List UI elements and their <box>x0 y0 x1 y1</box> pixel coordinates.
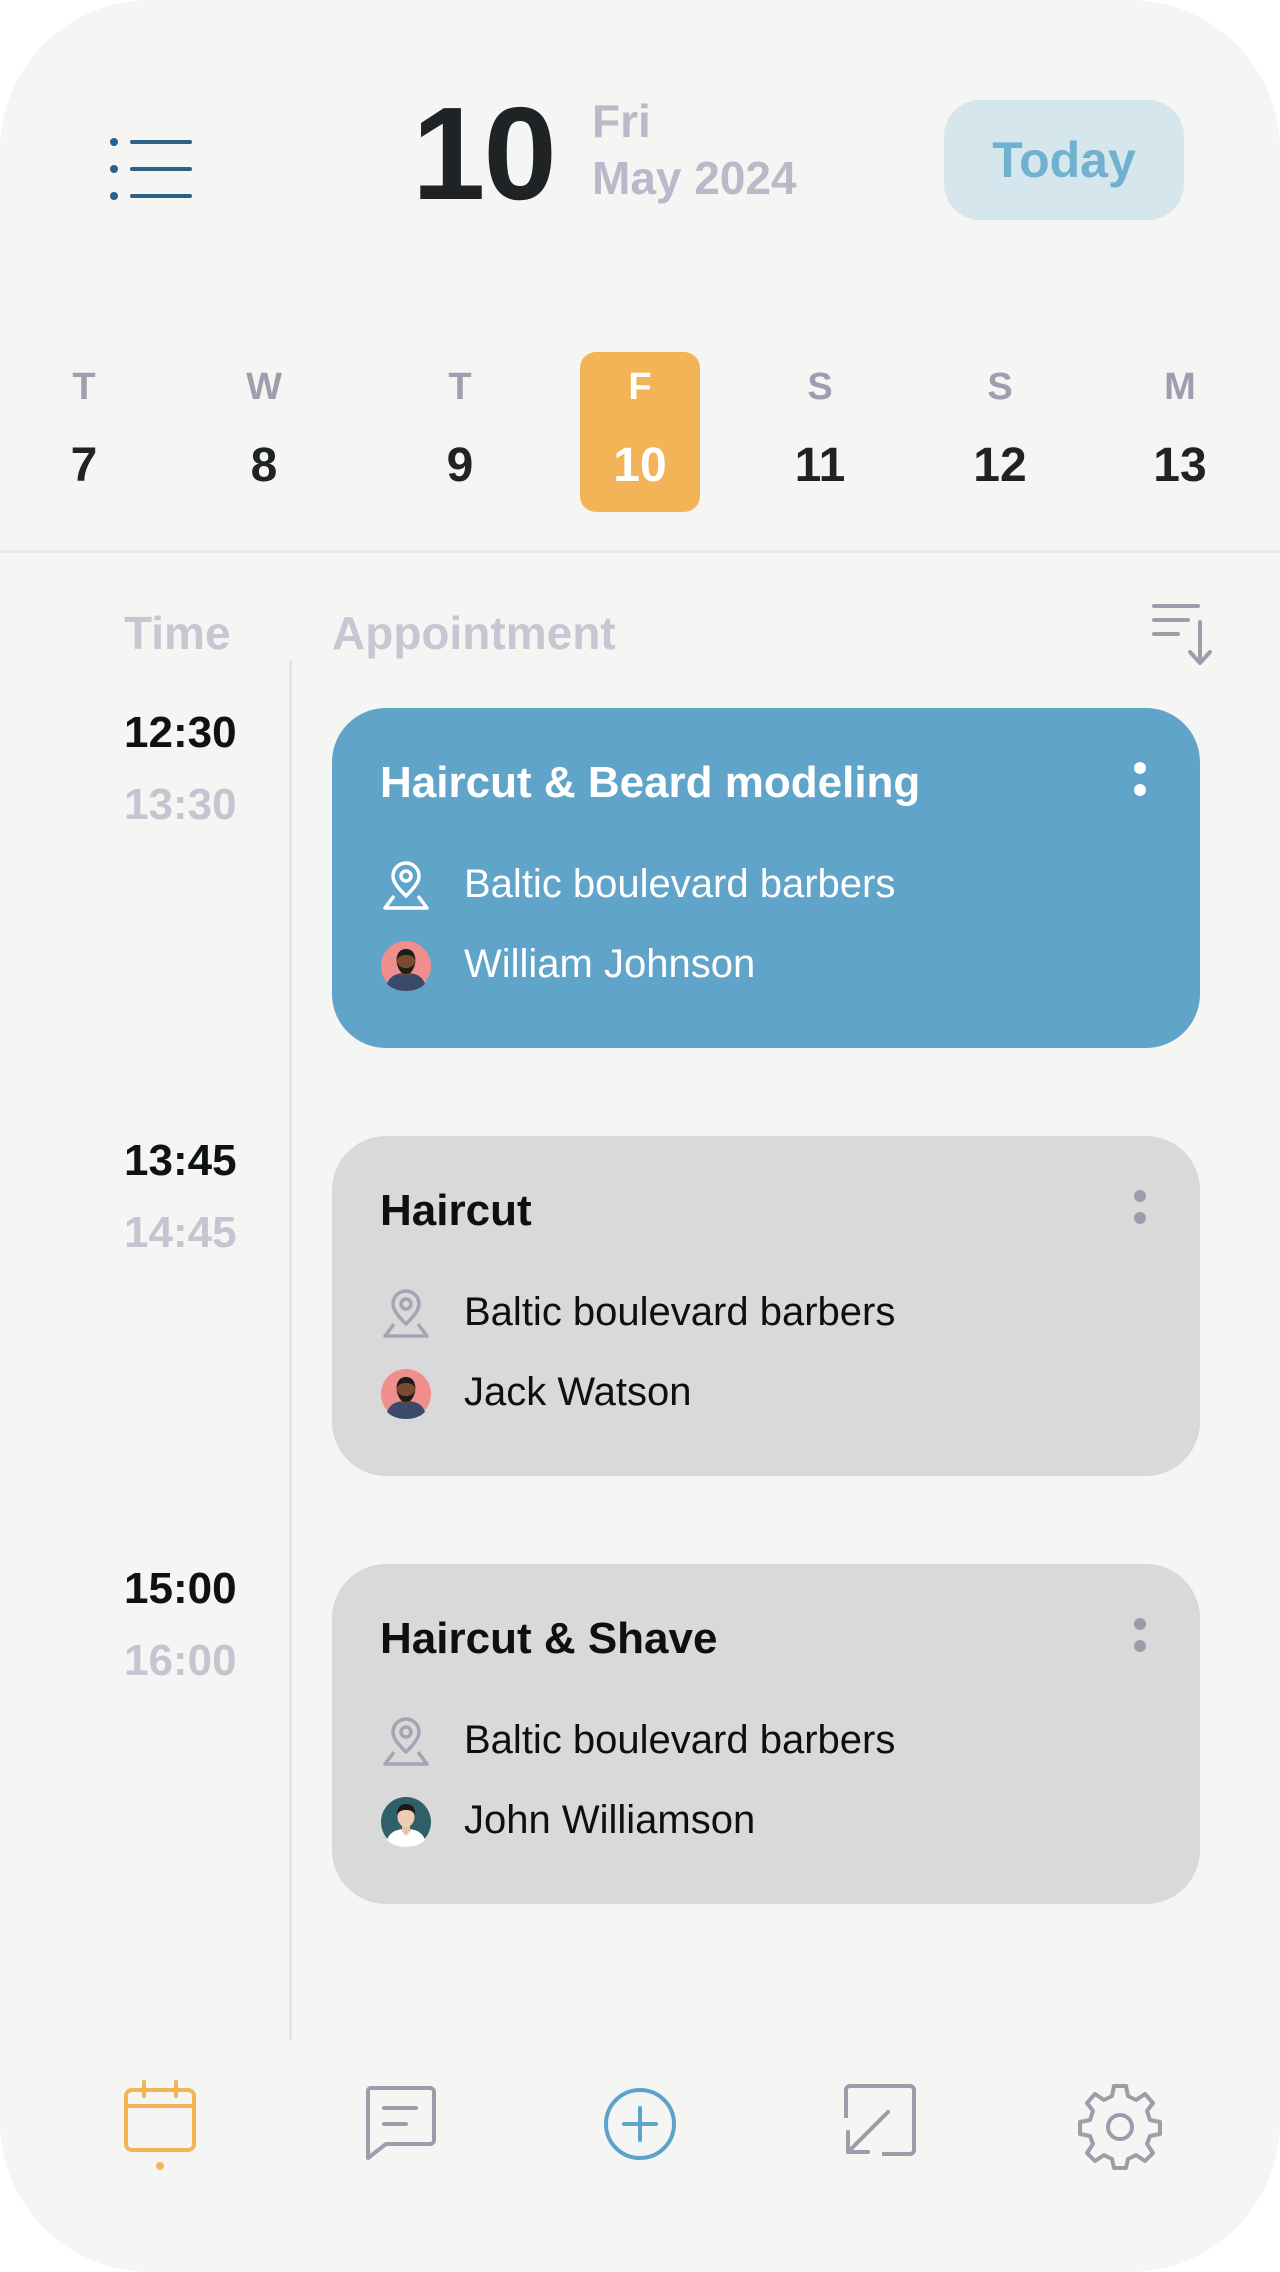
today-button[interactable]: Today <box>944 100 1184 220</box>
appointment-end-time: 16:00 <box>124 1636 237 1685</box>
week-day-number: 9 <box>446 439 474 492</box>
appointment-start-time: 13:45 <box>124 1136 237 1185</box>
week-day-11[interactable]: S 11 <box>760 352 880 512</box>
avatar <box>381 1369 431 1419</box>
week-day-number: 7 <box>70 439 98 492</box>
list-menu-icon <box>110 138 192 200</box>
week-day-8[interactable]: W 8 <box>204 352 324 512</box>
appointment-end-time: 14:45 <box>124 1208 237 1257</box>
more-options-button[interactable] <box>1120 760 1160 810</box>
week-day-number: 8 <box>250 439 278 492</box>
phone-screen: 10 Fri May 2024 Today T 7 W 8 T 9 F 10 S… <box>0 0 1280 2272</box>
week-day-letter: T <box>448 366 472 408</box>
message-icon <box>365 2086 436 2160</box>
resize-arrow-icon <box>844 2084 916 2156</box>
appointment-title: Haircut & Shave <box>380 1614 718 1663</box>
gear-icon <box>1078 2084 1162 2170</box>
week-day-letter: W <box>246 366 282 408</box>
nav-calendar[interactable] <box>118 2078 202 2174</box>
more-options-button[interactable] <box>1120 1616 1160 1666</box>
appointment-start-time: 12:30 <box>124 708 237 757</box>
client-name: John Williamson <box>464 1798 756 1842</box>
appointment-location: Baltic boulevard barbers <box>464 1718 896 1762</box>
week-day-number: 13 <box>1153 439 1207 492</box>
calendar-icon <box>124 2080 196 2170</box>
appointment-title: Haircut & Beard modeling <box>380 758 921 807</box>
appointment-card[interactable]: Haircut & Shave Baltic boulevard barbers… <box>332 1564 1200 1904</box>
week-day-number: 10 <box>613 439 667 492</box>
appointment-column-heading: Appointment <box>332 607 616 659</box>
kebab-menu-icon <box>1134 1190 1146 1224</box>
nav-settings[interactable] <box>1078 2078 1162 2174</box>
week-day-number: 12 <box>973 439 1027 492</box>
nav-messages[interactable] <box>358 2078 442 2174</box>
current-day-of-week: Fri <box>592 95 651 147</box>
client-name: William Johnson <box>464 942 756 986</box>
appointment-title: Haircut <box>380 1186 532 1235</box>
add-circle-icon <box>604 2088 676 2160</box>
map-pin-icon <box>383 1289 429 1338</box>
nav-resize[interactable] <box>838 2078 922 2174</box>
time-column-heading: Time <box>124 607 231 659</box>
current-day-number: 10 <box>412 80 557 227</box>
avatar <box>381 1797 431 1847</box>
timeline-line <box>289 660 292 2040</box>
map-pin-icon <box>383 1717 429 1766</box>
appointment-card[interactable]: Haircut & Beard modeling Baltic boulevar… <box>332 708 1200 1048</box>
week-day-7[interactable]: T 7 <box>24 352 144 512</box>
client-name: Jack Watson <box>464 1370 692 1414</box>
kebab-menu-icon <box>1134 762 1146 796</box>
week-day-12[interactable]: S 12 <box>940 352 1060 512</box>
week-day-letter: M <box>1164 366 1196 408</box>
current-month-year: May 2024 <box>592 152 797 204</box>
week-day-letter: T <box>72 366 96 408</box>
avatar <box>381 941 431 991</box>
appointment-location: Baltic boulevard barbers <box>464 862 896 906</box>
week-day-number: 11 <box>794 439 846 492</box>
divider <box>0 550 1280 553</box>
week-day-letter: S <box>807 366 833 408</box>
appointment-location: Baltic boulevard barbers <box>464 1290 896 1334</box>
menu-button[interactable] <box>108 138 194 200</box>
week-day-13[interactable]: M 13 <box>1120 352 1240 512</box>
appointment-end-time: 13:30 <box>124 780 237 829</box>
kebab-menu-icon <box>1134 1618 1146 1652</box>
week-day-letter: S <box>987 366 1013 408</box>
nav-add[interactable] <box>598 2078 682 2174</box>
more-options-button[interactable] <box>1120 1188 1160 1238</box>
appointment-card[interactable]: Haircut Baltic boulevard barbers Jack Wa… <box>332 1136 1200 1476</box>
appointment-start-time: 15:00 <box>124 1564 237 1613</box>
map-pin-icon <box>383 861 429 910</box>
week-day-letter: F <box>628 366 652 408</box>
sort-descending-icon <box>1152 604 1212 665</box>
week-day-10[interactable]: F 10 <box>580 352 700 512</box>
week-day-9[interactable]: T 9 <box>400 352 520 512</box>
sort-button[interactable] <box>1148 598 1218 668</box>
